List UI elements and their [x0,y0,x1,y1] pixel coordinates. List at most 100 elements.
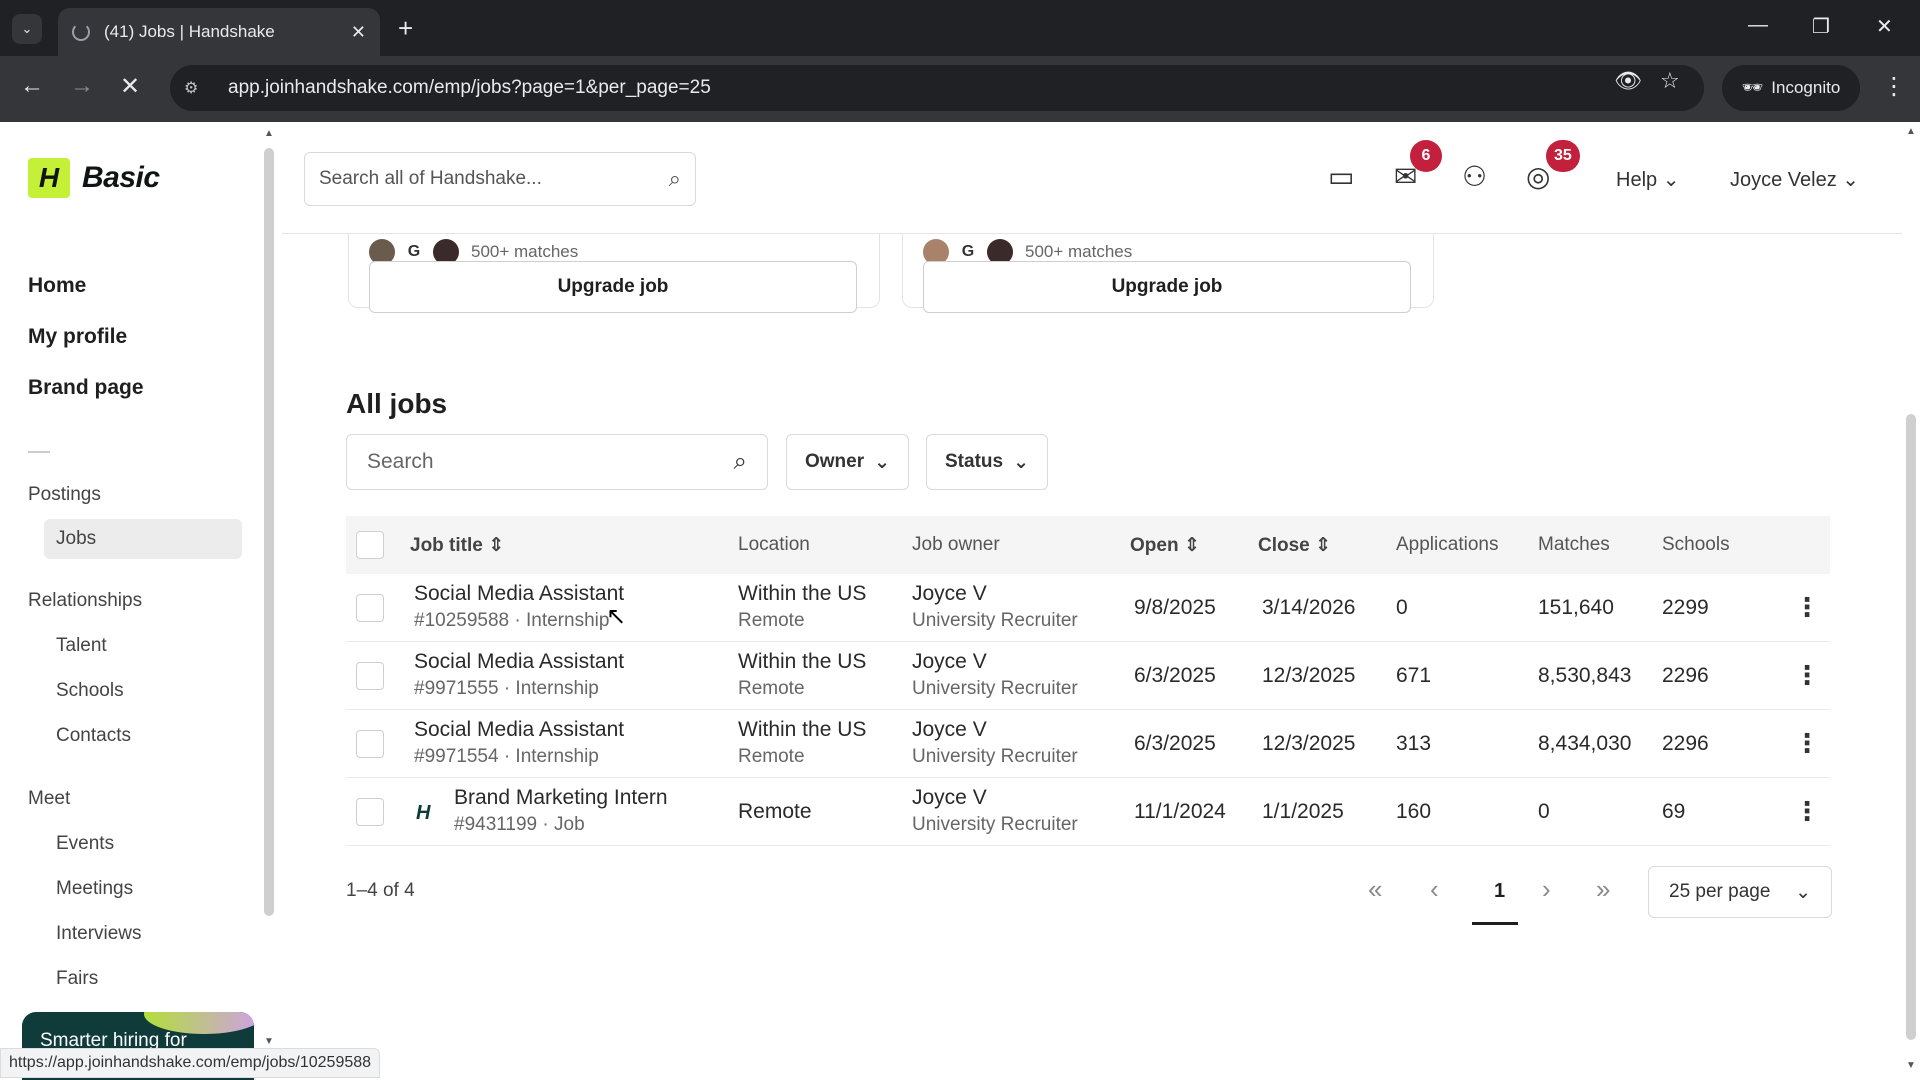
close-tab-icon[interactable]: ✕ [351,22,366,43]
job-close-date: 1/1/2025 [1262,800,1344,823]
job-title-link[interactable]: Social Media Assistant [414,650,624,674]
chevron-down-icon: ⌄ [1795,881,1811,903]
user-menu[interactable]: Joyce Velez ⌄ [1730,167,1859,192]
handshake-logo[interactable]: H Basic [28,158,160,198]
incognito-label: Incognito [1771,78,1841,97]
column-close[interactable]: Close ⇕ [1258,534,1331,557]
global-search-input[interactable]: Search all of Handshake... ⌕ [304,152,696,206]
previous-page-icon[interactable]: ‹ [1430,874,1439,905]
row-checkbox[interactable] [356,798,384,826]
table-header: Job title ⇕ Location Job owner Open ⇕ Cl… [346,516,1830,574]
select-all-checkbox[interactable] [356,531,384,559]
column-location: Location [738,534,810,555]
row-actions-icon[interactable]: ⋮ [1794,660,1820,691]
tab-search-button[interactable]: ⌄ [12,14,42,44]
job-matches: 8,530,843 [1538,664,1632,687]
nav-meetings[interactable]: Meetings [56,878,133,900]
row-actions-icon[interactable]: ⋮ [1794,592,1820,623]
last-page-icon[interactable]: » [1596,874,1610,905]
table-row[interactable]: Social Media Assistant #9971554 · Intern… [346,710,1830,778]
column-schools: Schools [1662,534,1730,555]
nav-contacts[interactable]: Contacts [56,725,131,747]
column-job-title[interactable]: Job title ⇕ [410,534,504,557]
job-schools: 2296 [1662,664,1709,687]
sidebar-scrollbar[interactable] [264,148,274,916]
nav-divider [28,451,50,453]
row-checkbox[interactable] [356,662,384,690]
nav-events[interactable]: Events [56,833,114,855]
plan-name: Basic [82,161,160,194]
row-actions-icon[interactable]: ⋮ [1794,796,1820,827]
address-bar[interactable]: ⚙ app.joinhandshake.com/emp/jobs?page=1&… [170,65,1704,111]
stop-loading-button[interactable]: ✕ [120,72,140,101]
globe-icon[interactable]: ◎ [1526,160,1550,193]
mouse-cursor-icon: ↖ [606,603,627,630]
column-matches: Matches [1538,534,1610,555]
job-title-link[interactable]: Social Media Assistant [414,582,624,606]
minimize-button[interactable]: — [1748,14,1768,37]
nav-fairs[interactable]: Fairs [56,968,98,990]
search-icon[interactable]: ⌕ [734,448,747,476]
job-title-link[interactable]: Brand Marketing Intern [454,786,668,810]
nav-schools[interactable]: Schools [56,680,124,702]
help-menu[interactable]: Help ⌄ [1616,167,1679,192]
browser-tab-bar: ⌄ (41) Jobs | Handshake ✕ + — ❐ ✕ [0,0,1920,56]
calendar-icon[interactable]: ▭ [1328,160,1354,193]
table-row[interactable]: Social Media Assistant #9971555 · Intern… [346,642,1830,710]
tracking-protection-icon[interactable]: 👁 [1614,68,1642,94]
page-title: All jobs [346,388,448,419]
profile-icon[interactable]: ⚇ [1462,160,1487,193]
row-checkbox[interactable] [356,730,384,758]
status-filter[interactable]: Status ⌄ [926,434,1048,490]
row-actions-icon[interactable]: ⋮ [1794,728,1820,759]
forward-button[interactable]: → [70,72,94,100]
owner-filter[interactable]: Owner ⌄ [786,434,910,490]
sidebar-scroll-down-icon[interactable]: ▼ [264,1036,274,1047]
first-page-icon[interactable]: « [1368,874,1382,905]
per-page-select[interactable]: 25 per page ⌄ [1648,866,1832,918]
nav-section-postings: Postings [28,484,101,505]
current-page[interactable]: 1 [1494,880,1505,903]
table-row[interactable]: Social Media Assistant #10259588 · Inter… [346,574,1830,642]
back-button[interactable]: ← [20,72,44,100]
job-meta: #9971554 · Internship [414,746,599,767]
site-settings-icon[interactable]: ⚙ [184,78,208,98]
browser-menu-icon[interactable]: ⋮ [1882,72,1906,101]
nav-talent[interactable]: Talent [56,635,107,657]
job-matches: 151,640 [1538,596,1614,619]
job-open-date: 6/3/2025 [1134,664,1216,687]
job-owner: Joyce V [912,650,987,673]
table-row[interactable]: H Brand Marketing Intern #9431199 · Job … [346,778,1830,846]
job-close-date: 3/14/2026 [1262,596,1356,619]
bookmark-star-icon[interactable]: ☆ [1660,68,1680,94]
sidebar: H Basic Home My profile Brand page Posti… [0,122,262,1080]
browser-tab[interactable]: (41) Jobs | Handshake ✕ [58,8,380,56]
job-title-link[interactable]: Social Media Assistant [414,718,624,742]
new-tab-button[interactable]: + [398,13,413,44]
per-page-value: 25 per page [1669,881,1771,902]
job-matches: 0 [1538,800,1550,823]
restore-button[interactable]: ❐ [1812,14,1830,39]
nav-jobs[interactable]: Jobs [56,528,96,550]
row-checkbox[interactable] [356,594,384,622]
nav-brand-page[interactable]: Brand page [28,376,144,400]
job-applications: 671 [1396,664,1432,687]
upgrade-job-button[interactable]: Upgrade job [369,261,857,313]
main-scrollbar[interactable] [1906,414,1916,1040]
main-scroll-down-icon[interactable]: ▼ [1906,1060,1916,1071]
close-window-button[interactable]: ✕ [1876,14,1893,39]
jobs-search-input[interactable]: Search ⌕ [346,434,768,490]
column-open[interactable]: Open ⇕ [1130,534,1200,557]
main-scroll-up-icon[interactable]: ▲ [1906,126,1916,137]
job-location: Remote [738,800,812,823]
nav-home[interactable]: Home [28,274,86,298]
upgrade-job-button[interactable]: Upgrade job [923,261,1411,313]
nav-my-profile[interactable]: My profile [28,325,127,349]
next-page-icon[interactable]: › [1542,874,1551,905]
top-header: Search all of Handshake... ⌕ ▭ ✉ 6 ⚇ ◎ 3… [282,122,1902,234]
incognito-indicator[interactable]: 🕶 Incognito [1722,65,1860,111]
help-label: Help [1616,169,1658,191]
nav-interviews[interactable]: Interviews [56,923,142,945]
sidebar-scroll-up-icon[interactable]: ▲ [264,128,274,139]
search-icon[interactable]: ⌕ [669,166,681,192]
